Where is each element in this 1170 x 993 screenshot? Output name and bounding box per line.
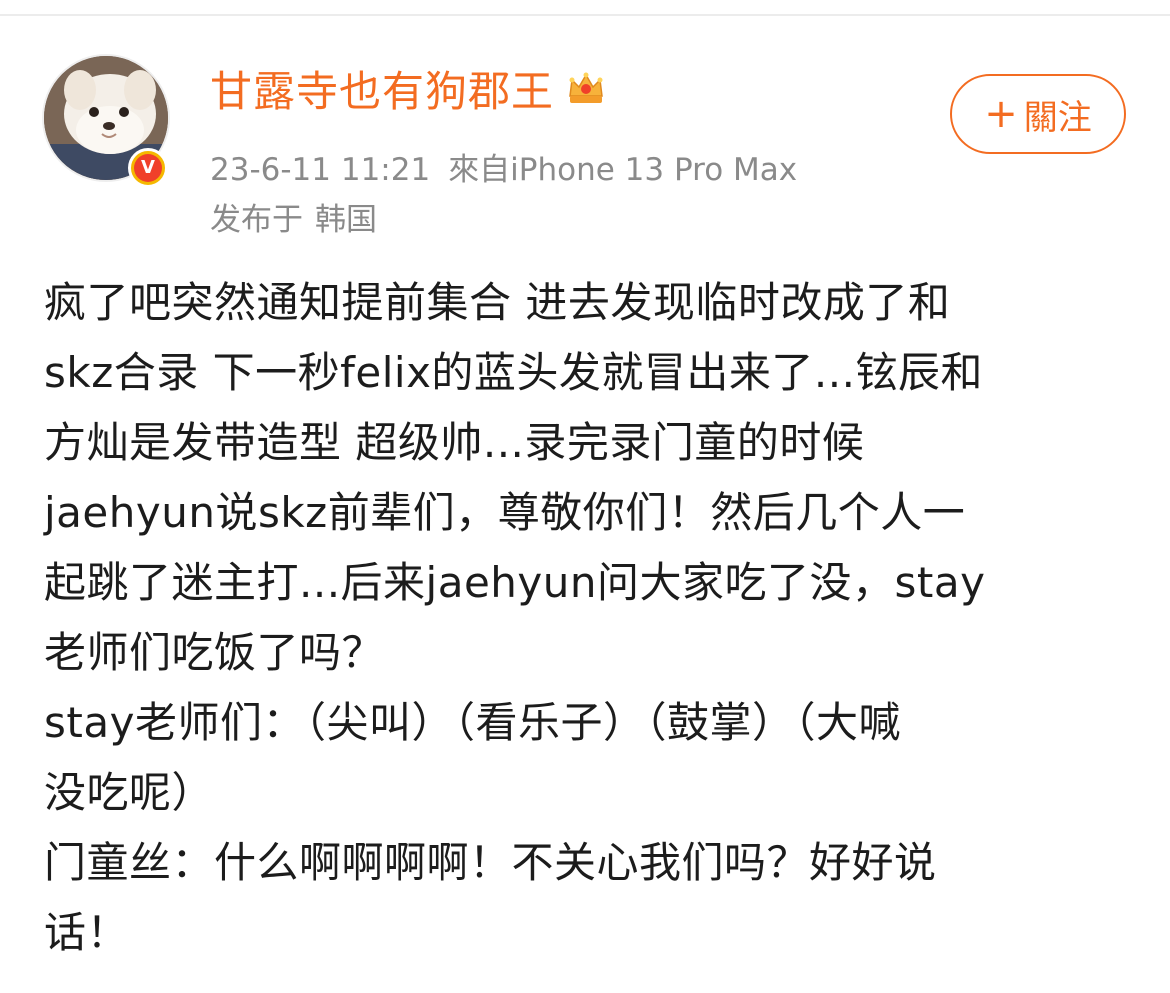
follow-button-label: 關注 bbox=[1023, 97, 1092, 138]
post-text-line: 疯了吧突然通知提前集合 进去发现临时改成了和 bbox=[44, 278, 951, 327]
plus-icon: + bbox=[984, 91, 1018, 137]
post-text-line: 没吃呢） bbox=[44, 768, 215, 817]
post-source: 來自iPhone 13 Pro Max bbox=[448, 152, 798, 188]
post-timestamp: 23-6-11 11:21 bbox=[210, 152, 431, 188]
avatar[interactable]: V bbox=[42, 54, 170, 188]
post-text-line: 方灿是发带造型 超级帅...录完录门童的时候 bbox=[44, 418, 865, 467]
post-text-line: skz合录 下一秒felix的蓝头发就冒出来了...铉辰和 bbox=[44, 348, 983, 397]
post-text-line: jaehyun说skz前辈们，尊敬你们！然后几个人一 bbox=[44, 488, 966, 537]
post-text-line: 老师们吃饭了吗？ bbox=[44, 628, 385, 677]
post-text-line: stay老师们：（尖叫）（看乐子）（鼓掌）（大喊 bbox=[44, 698, 901, 747]
post-text-line: 话！ bbox=[44, 908, 130, 957]
post-text-line: 起跳了迷主打...后来jaehyun问大家吃了没，stay bbox=[44, 558, 986, 607]
username-row: 甘露寺也有狗郡王 bbox=[210, 60, 608, 116]
location-value: 韩国 bbox=[315, 202, 377, 238]
username[interactable]: 甘露寺也有狗郡王 bbox=[210, 58, 554, 119]
crown-icon bbox=[569, 72, 603, 103]
post-body: 疯了吧突然通知提前集合 进去发现临时改成了和 skz合录 下一秒felix的蓝头… bbox=[44, 268, 1134, 968]
post-meta: 23-6-11 11:21 來自iPhone 13 Pro Max bbox=[210, 144, 797, 189]
post-location: 发布于 韩国 bbox=[210, 194, 377, 239]
verified-badge-label: V bbox=[134, 154, 162, 182]
location-label: 发布于 bbox=[210, 202, 303, 238]
post-text-line: 门童丝：什么啊啊啊啊！不关心我们吗？好好说 bbox=[44, 838, 937, 887]
verified-badge: V bbox=[128, 148, 168, 188]
follow-button[interactable]: + 關注 bbox=[950, 74, 1126, 154]
